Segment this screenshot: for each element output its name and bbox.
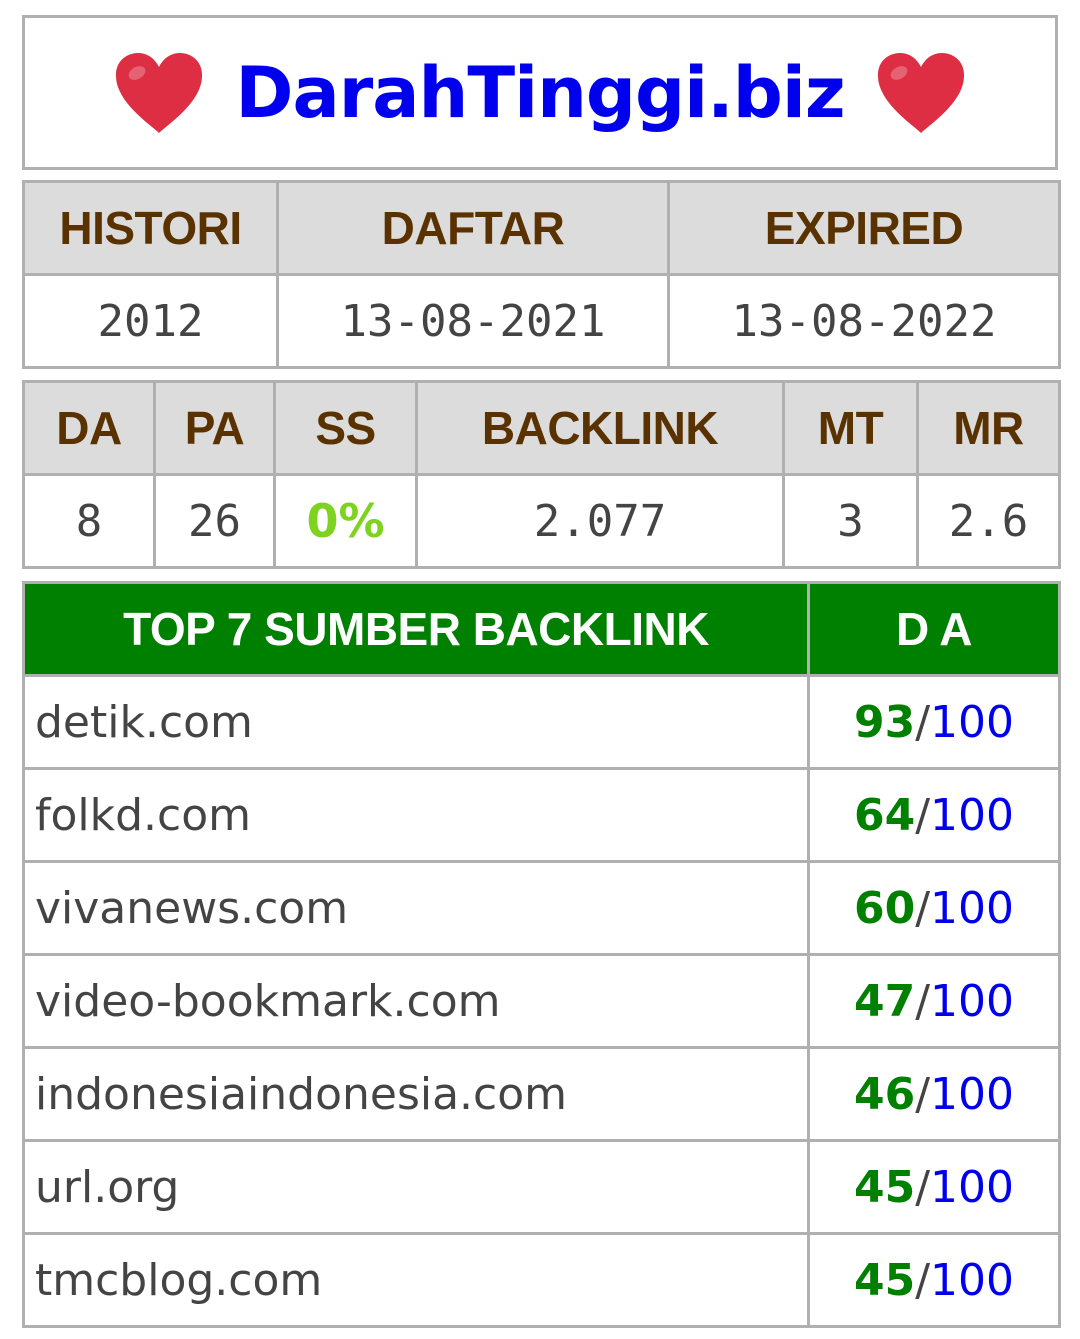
- daftar-header: DAFTAR: [276, 180, 670, 276]
- backlink-domain: detik.com: [22, 674, 810, 770]
- score-separator: /: [915, 1254, 931, 1306]
- backlink-header-row: TOP 7 SUMBER BACKLINK D A: [22, 581, 1061, 677]
- backlink-score: 60/100: [807, 860, 1061, 956]
- ss-value: 0%: [273, 473, 418, 569]
- backlink-domain: indonesiaindonesia.com: [22, 1046, 810, 1142]
- backlink-score: 93/100: [807, 674, 1061, 770]
- score-max: 100: [930, 975, 1015, 1027]
- score-separator: /: [915, 696, 931, 748]
- backlink-score: 45/100: [807, 1232, 1061, 1328]
- histori-value: 2012: [22, 273, 279, 369]
- score-max: 100: [930, 1254, 1015, 1306]
- score-max: 100: [930, 789, 1015, 841]
- score-value: 93: [853, 696, 916, 748]
- pa-header: PA: [153, 380, 276, 476]
- backlink-domain: url.org: [22, 1139, 810, 1235]
- score-value: 45: [853, 1254, 916, 1306]
- table-row: video-bookmark.com 47/100: [22, 953, 1061, 1049]
- metrics-table: DA PA SS BACKLINK MT MR 8 26 0% 2.077 3 …: [22, 380, 1061, 569]
- backlink-rows: detik.com 93/100 folkd.com 64/100 vivane…: [22, 674, 1061, 1328]
- ss-header: SS: [273, 380, 418, 476]
- backlink-value: 2.077: [415, 473, 785, 569]
- backlink-score: 64/100: [807, 767, 1061, 863]
- score-separator: /: [915, 1161, 931, 1213]
- expired-header: EXPIRED: [667, 180, 1061, 276]
- title-cell: DarahTinggi.biz: [22, 15, 1058, 170]
- expired-value: 13-08-2022: [667, 273, 1061, 369]
- da-header: DA: [22, 380, 156, 476]
- score-max: 100: [930, 1068, 1015, 1120]
- title-box: DarahTinggi.biz: [22, 15, 1058, 170]
- mr-value: 2.6: [916, 473, 1061, 569]
- backlink-domain: vivanews.com: [22, 860, 810, 956]
- backlink-domain: tmcblog.com: [22, 1232, 810, 1328]
- mt-value: 3: [782, 473, 919, 569]
- score-max: 100: [930, 882, 1015, 934]
- score-separator: /: [915, 975, 931, 1027]
- table-row: detik.com 93/100: [22, 674, 1061, 770]
- score-value: 60: [853, 882, 916, 934]
- table-row: folkd.com 64/100: [22, 767, 1061, 863]
- metrics-header-row: DA PA SS BACKLINK MT MR: [22, 380, 1061, 476]
- table-row: url.org 45/100: [22, 1139, 1061, 1235]
- table-row: vivanews.com 60/100: [22, 860, 1061, 956]
- score-value: 46: [853, 1068, 916, 1120]
- backlink-domain: video-bookmark.com: [22, 953, 810, 1049]
- score-value: 45: [853, 1161, 916, 1213]
- mr-header: MR: [916, 380, 1061, 476]
- table-row: indonesiaindonesia.com 46/100: [22, 1046, 1061, 1142]
- histori-header: HISTORI: [22, 180, 279, 276]
- heart-icon: [877, 52, 964, 133]
- backlink-header: BACKLINK: [415, 380, 785, 476]
- registration-value-row: 2012 13-08-2021 13-08-2022: [22, 273, 1061, 369]
- score-max: 100: [930, 696, 1015, 748]
- backlink-score: 46/100: [807, 1046, 1061, 1142]
- source-header: TOP 7 SUMBER BACKLINK: [22, 581, 810, 677]
- da-column-header: D A: [807, 581, 1061, 677]
- backlink-sources-table: TOP 7 SUMBER BACKLINK D A detik.com 93/1…: [22, 581, 1061, 1328]
- da-value: 8: [22, 473, 156, 569]
- score-value: 64: [853, 789, 916, 841]
- score-max: 100: [930, 1161, 1015, 1213]
- score-separator: /: [915, 789, 931, 841]
- registration-header-row: HISTORI DAFTAR EXPIRED: [22, 180, 1061, 276]
- daftar-value: 13-08-2021: [276, 273, 670, 369]
- backlink-score: 47/100: [807, 953, 1061, 1049]
- score-separator: /: [915, 882, 931, 934]
- metrics-value-row: 8 26 0% 2.077 3 2.6: [22, 473, 1061, 569]
- pa-value: 26: [153, 473, 276, 569]
- site-title[interactable]: DarahTinggi.biz: [235, 52, 845, 134]
- title-wrap: DarahTinggi.biz: [25, 51, 1055, 135]
- backlink-domain: folkd.com: [22, 767, 810, 863]
- backlink-score: 45/100: [807, 1139, 1061, 1235]
- score-value: 47: [853, 975, 916, 1027]
- heart-icon: [116, 52, 203, 133]
- table-row: tmcblog.com 45/100: [22, 1232, 1061, 1328]
- mt-header: MT: [782, 380, 919, 476]
- registration-table: HISTORI DAFTAR EXPIRED 2012 13-08-2021 1…: [22, 180, 1061, 369]
- score-separator: /: [915, 1068, 931, 1120]
